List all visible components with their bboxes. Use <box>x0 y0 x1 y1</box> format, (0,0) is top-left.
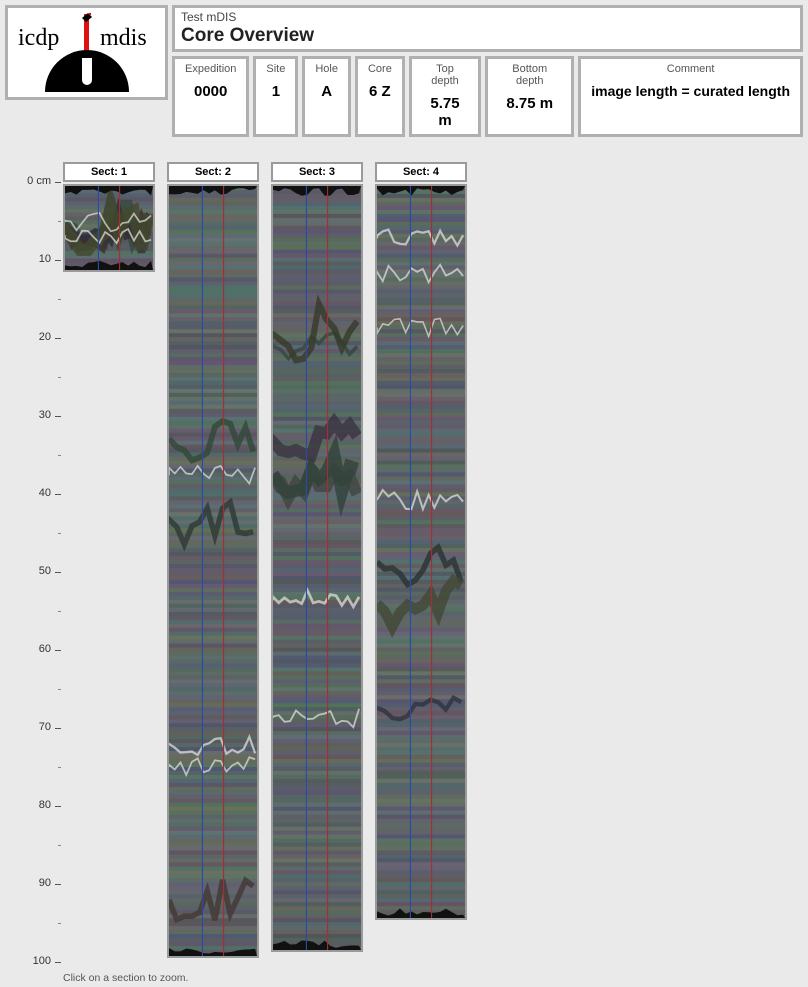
core-section-image[interactable] <box>375 184 467 920</box>
ruler-tick-label: 70 <box>11 721 51 733</box>
meta-hole: Hole A <box>302 56 351 137</box>
ruler-tick-label: 20 <box>11 331 51 343</box>
ruler-tick-label: 30 <box>11 409 51 421</box>
ruler-tick-label: 80 <box>11 799 51 811</box>
plot-area: 0 cm 10 20 30 40 50 60 70 80 90 100 Sect: 1 Sect: 2… <box>5 162 803 982</box>
ruler-tick-label: 60 <box>11 643 51 655</box>
ruler-tick-label: 100 <box>11 955 51 967</box>
help-hint: Click on a section to zoom. <box>63 972 188 984</box>
app-logo: icdp mdis <box>5 5 168 100</box>
core-section-image[interactable] <box>271 184 363 952</box>
ruler-tick-label: 50 <box>11 565 51 577</box>
page-title: Core Overview <box>181 25 794 47</box>
meta-site: Site 1 <box>253 56 298 137</box>
section-header: Sect: 2 <box>167 162 259 182</box>
meta-core: Core 6 Z <box>355 56 405 137</box>
svg-text:mdis: mdis <box>100 25 147 51</box>
logo-icon: icdp mdis <box>12 10 162 95</box>
ruler-tick-label: 40 <box>11 487 51 499</box>
ruler-tick-label: 90 <box>11 877 51 889</box>
core-section-image[interactable] <box>63 184 155 272</box>
subtitle: Test mDIS <box>181 10 794 24</box>
depth-ruler: 0 cm102030405060708090100 <box>5 182 61 962</box>
meta-comment: Comment image length = curated length <box>578 56 803 137</box>
ruler-tick-label: 10 <box>11 253 51 265</box>
sections-row: Sect: 1 Sect: 2 Sect: 3 Sect: 4 <box>63 162 467 958</box>
core-section-image[interactable] <box>167 184 259 958</box>
page-title-panel: Test mDIS Core Overview <box>172 5 803 52</box>
ruler-tick-label: 0 cm <box>11 175 51 187</box>
section-header: Sect: 4 <box>375 162 467 182</box>
meta-expedition: Expedition 0000 <box>172 56 249 137</box>
section-header: Sect: 1 <box>63 162 155 182</box>
svg-text:icdp: icdp <box>18 25 59 51</box>
section-header: Sect: 3 <box>271 162 363 182</box>
meta-top-depth: Top depth 5.75 m <box>409 56 481 137</box>
meta-bottom-depth: Bottom depth 8.75 m <box>485 56 574 137</box>
meta-row: Expedition 0000 Site 1 Hole A Core 6 Z T… <box>172 56 803 137</box>
